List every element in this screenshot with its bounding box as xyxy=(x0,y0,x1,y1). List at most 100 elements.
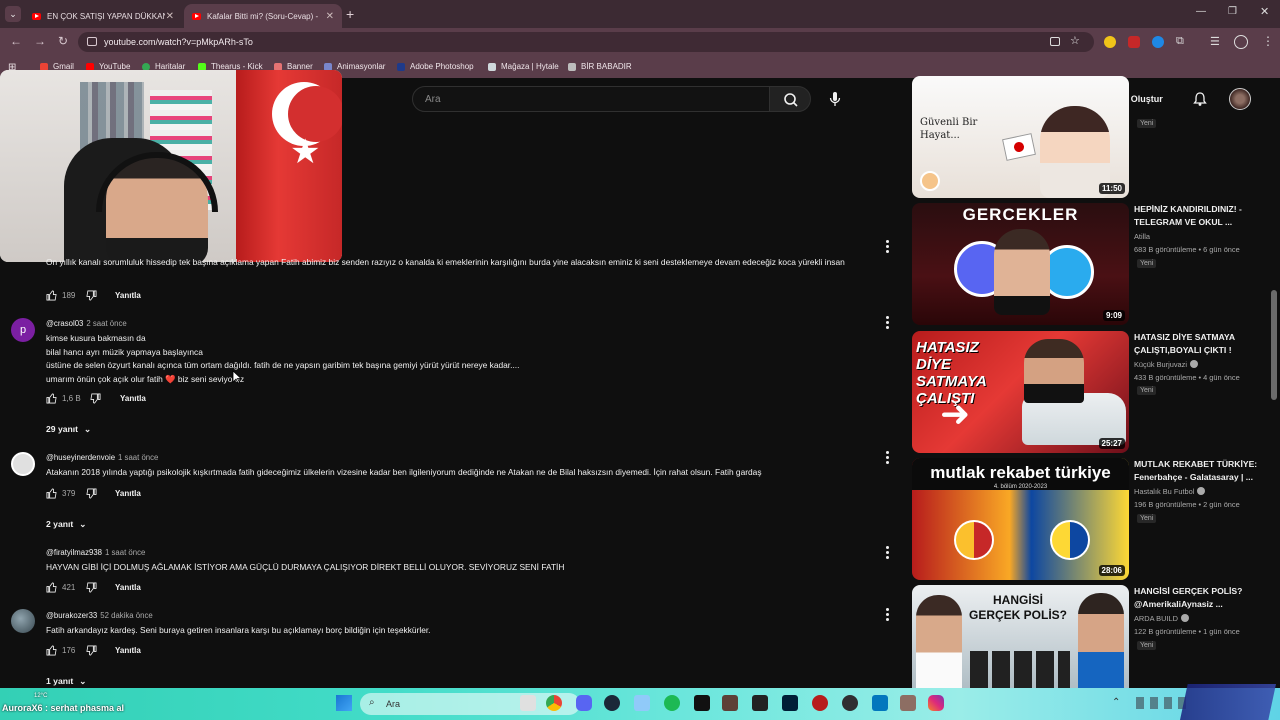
video-thumbnail[interactable]: GERCEKLER 9:09 xyxy=(912,203,1129,325)
avatar[interactable] xyxy=(11,452,35,476)
close-window-icon[interactable]: ✕ xyxy=(1260,5,1269,18)
avatar[interactable] xyxy=(11,609,35,633)
comment-author[interactable]: @huseyinerdenvoie xyxy=(46,453,115,462)
dislike-icon[interactable] xyxy=(86,582,97,593)
obs-icon[interactable] xyxy=(842,695,858,711)
channel-name[interactable]: Küçük Burjuvazi xyxy=(1134,360,1198,369)
bookmark-star-icon[interactable]: ☆ xyxy=(1070,34,1080,47)
like-icon[interactable] xyxy=(46,488,57,499)
bookmark-hytale[interactable]: Mağaza | Hytale xyxy=(488,62,559,71)
browser-tab-1[interactable]: EN ÇOK SATIŞI YAPAN DÜKKAN ✕ xyxy=(24,4,182,28)
dislike-icon[interactable] xyxy=(86,488,97,499)
like-icon[interactable] xyxy=(46,582,57,593)
dislike-icon[interactable] xyxy=(86,290,97,301)
minimize-icon[interactable]: — xyxy=(1196,6,1206,17)
steam-icon[interactable] xyxy=(604,695,620,711)
channel-name[interactable]: ARDA BUILD xyxy=(1134,614,1189,623)
app-icon[interactable] xyxy=(872,695,888,711)
bookmark-photoshop[interactable]: Adobe Photoshop xyxy=(397,62,474,71)
comment-author[interactable]: @crasol03 xyxy=(46,319,83,328)
extension-icon[interactable] xyxy=(1152,36,1164,48)
comment-time[interactable]: 1 saat önce xyxy=(105,548,145,557)
back-icon[interactable]: ← xyxy=(10,34,22,48)
app-icon[interactable] xyxy=(722,695,738,711)
site-info-icon[interactable] xyxy=(87,37,97,46)
comment-time[interactable]: 1 saat önce xyxy=(118,453,158,462)
reload-icon[interactable]: ↻ xyxy=(58,34,68,48)
video-thumbnail[interactable]: mutlak rekabet türkiye 4. bölüm 2020-202… xyxy=(912,458,1129,580)
dislike-icon[interactable] xyxy=(90,393,101,404)
comment-time[interactable]: 52 dakika önce xyxy=(100,611,152,620)
account-avatar[interactable] xyxy=(1229,88,1251,110)
app-icon[interactable] xyxy=(900,695,916,711)
like-icon[interactable] xyxy=(46,393,57,404)
reading-list-icon[interactable]: ☰ xyxy=(1210,35,1220,48)
comment-menu-icon[interactable] xyxy=(884,546,890,560)
comment-menu-icon[interactable] xyxy=(884,316,890,330)
profile-icon[interactable] xyxy=(1234,35,1248,49)
video-thumbnail[interactable]: HANGİSİ GERÇEK POLİS? xyxy=(912,585,1129,688)
bookmark-folder[interactable]: BİR BABADIR xyxy=(568,62,632,71)
video-title[interactable]: HEPİNİZ KANDIRILDINIZ! - TELEGRAM VE OKU… xyxy=(1134,203,1264,228)
channel-name[interactable]: Hastalık Bu Futbol xyxy=(1134,487,1206,496)
avatar[interactable]: p xyxy=(11,318,35,342)
comment-menu-icon[interactable] xyxy=(884,608,890,622)
dislike-icon[interactable] xyxy=(86,645,97,656)
silhouettes xyxy=(970,651,1070,688)
reply-button[interactable]: Yanıtla xyxy=(115,291,141,300)
browser-tab-2-active[interactable]: Kafalar Bitti mi? (Soru-Cevap) - ✕ xyxy=(184,4,342,28)
browser-menu-icon[interactable]: ⋮ xyxy=(1262,34,1274,48)
comment-text: On yıllık kanalı sorumluluk hissedip tek… xyxy=(46,257,845,267)
app-icon[interactable] xyxy=(634,695,650,711)
video-title[interactable]: HATASIZ DİYE SATMAYA ÇALIŞTI,BOYALI ÇIKT… xyxy=(1134,331,1264,356)
page-scrollbar[interactable] xyxy=(1271,290,1277,400)
extension-icon[interactable] xyxy=(1104,36,1116,48)
windows-start-icon[interactable] xyxy=(336,695,352,711)
instagram-icon[interactable] xyxy=(928,695,944,711)
video-thumbnail[interactable]: Güvenli Bir Hayat... 11:50 xyxy=(912,76,1129,198)
streamer-logo-overlay xyxy=(1180,684,1276,720)
task-view-icon[interactable] xyxy=(520,695,536,711)
search-input[interactable]: Ara xyxy=(412,86,770,112)
video-title[interactable]: MUTLAK REKABET TÜRKİYE: Fenerbahçe - Gal… xyxy=(1134,458,1264,483)
comment-author[interactable]: @burakozer33 xyxy=(46,611,97,620)
extensions-puzzle-icon[interactable]: ⧉ xyxy=(1176,35,1184,48)
reply-button[interactable]: Yanıtla xyxy=(120,394,146,403)
reply-button[interactable]: Yanıtla xyxy=(115,583,141,592)
close-tab-icon[interactable]: ✕ xyxy=(166,11,174,22)
notifications-bell-icon[interactable] xyxy=(1192,91,1208,107)
comment-author[interactable]: @firatyilmaz938 xyxy=(46,548,102,557)
close-tab-icon[interactable]: ✕ xyxy=(326,11,334,22)
create-label: Oluştur xyxy=(1130,94,1163,104)
tab-menu-button[interactable]: ⌄ xyxy=(5,6,21,22)
channel-name[interactable]: Atilla xyxy=(1134,232,1150,241)
comment-time[interactable]: 2 saat önce xyxy=(86,319,126,328)
forward-icon[interactable]: → xyxy=(34,34,46,48)
video-title[interactable]: HANGİSİ GERÇEK POLİS? @AmerikaliAynasiz … xyxy=(1134,585,1264,610)
comment-menu-icon[interactable] xyxy=(884,451,890,465)
view-replies-button[interactable]: 29 yanıt ⌄ xyxy=(46,424,91,435)
spotify-icon[interactable] xyxy=(664,695,680,711)
view-replies-button[interactable]: 1 yanıt ⌄ xyxy=(46,676,86,687)
search-button[interactable] xyxy=(769,86,811,112)
comment-menu-icon[interactable] xyxy=(884,240,890,254)
voice-search-button[interactable] xyxy=(822,86,848,112)
discord-icon[interactable] xyxy=(576,695,592,711)
chrome-icon[interactable] xyxy=(546,695,562,711)
address-bar[interactable]: youtube.com/watch?v=pMkpARh-sTo ☆ xyxy=(78,32,1094,52)
like-icon[interactable] xyxy=(46,645,57,656)
extension-icon[interactable] xyxy=(1128,36,1140,48)
new-tab-button[interactable]: + xyxy=(346,6,354,22)
record-icon[interactable] xyxy=(812,695,828,711)
view-replies-button[interactable]: 2 yanıt ⌄ xyxy=(46,519,86,530)
reply-button[interactable]: Yanıtla xyxy=(115,489,141,498)
epic-games-icon[interactable] xyxy=(752,695,768,711)
capcut-icon[interactable] xyxy=(694,695,710,711)
restore-icon[interactable]: ❐ xyxy=(1228,6,1237,17)
like-icon[interactable] xyxy=(46,290,57,301)
photoshop-icon[interactable] xyxy=(782,695,798,711)
reply-button[interactable]: Yanıtla xyxy=(115,646,141,655)
install-app-icon[interactable] xyxy=(1050,37,1060,46)
video-thumbnail[interactable]: HATASIZ DİYE SATMAYA ÇALIŞTI ➜ 25:27 xyxy=(912,331,1129,453)
tray-chevron-icon[interactable]: ⌃ xyxy=(1112,697,1120,708)
